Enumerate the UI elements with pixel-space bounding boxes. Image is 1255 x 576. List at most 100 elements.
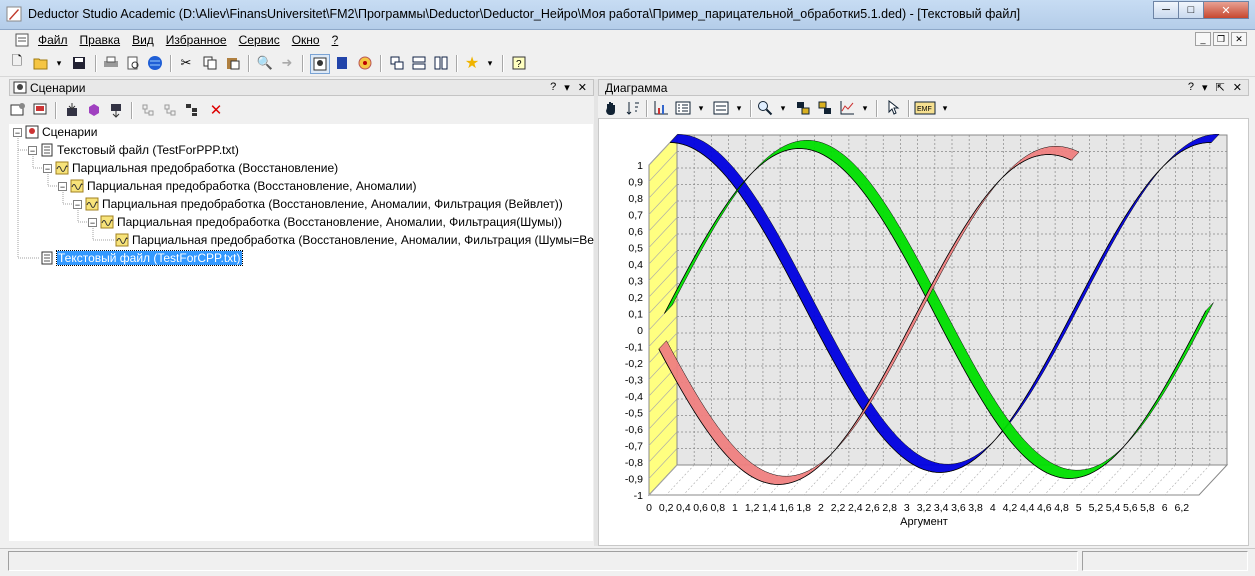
close-button[interactable]: ✕	[1203, 1, 1249, 19]
mdi-minimize-button[interactable]: _	[1195, 32, 1211, 46]
x-tick-label: 1	[732, 502, 738, 514]
chart-pin-button[interactable]: ▾	[1202, 81, 1208, 94]
scenarios-tree: − Сценарии − Текстовый файл (TestForPPP.…	[9, 124, 634, 541]
series-icon[interactable]	[712, 99, 730, 117]
tree-node-partial-3[interactable]: − Парциальная предобработка (Восстановле…	[73, 196, 563, 212]
tree-collapse-toggle[interactable]: −	[43, 163, 52, 173]
export-emf-icon[interactable]: EMF	[914, 99, 936, 117]
new-file-icon[interactable]: 🗋	[8, 53, 26, 72]
tree-collapse-toggle[interactable]: −	[73, 199, 82, 209]
tree-collapse-toggle[interactable]: −	[88, 217, 97, 227]
mdi-close-button[interactable]: ✕	[1231, 32, 1247, 46]
favorites-dropdown-icon[interactable]: ▾	[481, 54, 499, 72]
x-tick-label: 4,8	[1054, 502, 1069, 514]
menu-window[interactable]: Окно	[292, 33, 320, 47]
scenarios-close-button[interactable]: ✕	[578, 81, 587, 94]
status-bar	[0, 548, 1255, 576]
chart-close-button[interactable]: ✕	[1233, 81, 1242, 94]
title-bar: Deductor Studio Academic (D:\Aliev\Finan…	[0, 0, 1255, 30]
document-icon[interactable]	[14, 32, 30, 48]
wave-icon	[70, 179, 84, 193]
cut-icon[interactable]: ✂	[177, 54, 195, 72]
tile-horizontal-icon[interactable]	[410, 54, 428, 72]
mdi-restore-button[interactable]: ❐	[1213, 32, 1229, 46]
tree-collapse-icon[interactable]	[161, 101, 179, 119]
tree-node-partial-1[interactable]: − Парциальная предобработка (Восстановле…	[43, 160, 338, 176]
open-folder-icon[interactable]	[32, 54, 50, 72]
tree-node-partial-2[interactable]: − Парциальная предобработка (Восстановле…	[58, 178, 416, 194]
series-dropdown-icon[interactable]: ▾	[730, 99, 748, 117]
cascade-icon[interactable]	[388, 54, 406, 72]
export-dropdown-icon[interactable]: ▾	[936, 99, 954, 117]
tree-structure-icon[interactable]	[183, 101, 201, 119]
maximize-button[interactable]: □	[1178, 1, 1204, 19]
print-icon[interactable]	[102, 54, 120, 72]
scenarios-pin-button[interactable]: ▾	[564, 81, 570, 94]
wizard-icon[interactable]	[356, 54, 374, 72]
tree-expand-icon[interactable]	[139, 101, 157, 119]
menu-favorites[interactable]: Избранное	[166, 33, 227, 47]
cursor-icon[interactable]	[884, 99, 902, 117]
node-properties-icon[interactable]	[9, 101, 27, 119]
favorites-star-icon[interactable]: ★	[463, 54, 481, 72]
axes-icon[interactable]	[652, 99, 670, 117]
menu-bar: Файл Правка Вид Избранное Сервис Окно ? …	[0, 30, 1255, 50]
chart-type-icon[interactable]	[794, 99, 812, 117]
tree-node-partial-4[interactable]: − Парциальная предобработка (Восстановле…	[88, 214, 562, 230]
chart-help-button[interactable]: ?	[1188, 81, 1194, 94]
scenarios-toggle-icon[interactable]	[310, 54, 330, 74]
dropdown-arrow-icon[interactable]: ▾	[50, 54, 68, 72]
menu-file[interactable]: Файл	[38, 33, 68, 47]
y-tick-label: 0	[637, 325, 643, 337]
zoom-icon[interactable]	[756, 99, 774, 117]
node-view-icon[interactable]	[31, 101, 49, 119]
x-tick-label: 2,8	[882, 502, 897, 514]
tree-collapse-toggle[interactable]: −	[58, 181, 67, 191]
menu-view[interactable]: Вид	[132, 33, 154, 47]
y-tick-label: -0,2	[625, 358, 643, 370]
tree-node-text-file-cpp[interactable]: Текстовый файл (TestForCPP.txt)	[40, 250, 243, 266]
chart-3d-icon[interactable]	[816, 99, 834, 117]
delete-icon[interactable]: ✕	[207, 101, 225, 119]
legend-icon[interactable]	[674, 99, 692, 117]
line-chart-icon[interactable]	[838, 99, 856, 117]
print-preview-icon[interactable]	[124, 54, 142, 72]
tile-vertical-icon[interactable]	[432, 54, 450, 72]
scenarios-toolbar: ✕	[9, 98, 594, 120]
tree-node-label: Парциальная предобработка (Восстановлени…	[72, 161, 339, 175]
tree-node-partial-5[interactable]: Парциальная предобработка (Восстановлени…	[115, 232, 634, 248]
legend-dropdown-icon[interactable]: ▾	[692, 99, 710, 117]
x-tick-label: 2	[818, 502, 824, 514]
line-chart-dropdown-icon[interactable]: ▾	[856, 99, 874, 117]
help-icon[interactable]: ?	[510, 54, 528, 72]
chart-float-button[interactable]: ⇱	[1216, 81, 1225, 94]
scenarios-help-button[interactable]: ?	[550, 81, 556, 94]
zoom-dropdown-icon[interactable]: ▾	[774, 99, 792, 117]
menu-edit[interactable]: Правка	[80, 33, 121, 47]
menu-service[interactable]: Сервис	[239, 33, 280, 47]
book-icon[interactable]	[333, 54, 351, 72]
minimize-button[interactable]: ─	[1153, 1, 1179, 19]
copy-icon[interactable]	[201, 54, 219, 72]
y-tick-label: 0,3	[628, 276, 643, 288]
hand-pan-icon[interactable]	[602, 99, 620, 117]
chart-svg[interactable]: 1 0,9 0,8 0,7 0,6 0,5 0,4 0,3 0,2 0,1 0 -0,1 -0,2 -0,…	[599, 119, 1248, 545]
save-icon[interactable]	[70, 54, 88, 72]
menu-help[interactable]: ?	[332, 33, 339, 47]
export-icon[interactable]	[107, 101, 125, 119]
svg-text:?: ?	[516, 59, 522, 70]
tree-collapse-toggle[interactable]: −	[28, 145, 37, 155]
process-icon[interactable]	[85, 101, 103, 119]
tree-node-text-file-ppp[interactable]: − Текстовый файл (TestForPPP.txt)	[28, 142, 239, 158]
globe-icon[interactable]	[146, 54, 164, 72]
find-next-icon[interactable]: ➜	[278, 54, 296, 72]
x-tick-label: 3	[904, 502, 910, 514]
tree-collapse-toggle[interactable]: −	[13, 127, 22, 137]
import-icon[interactable]	[63, 101, 81, 119]
find-icon[interactable]: 🔍	[256, 54, 274, 72]
x-tick-label: 0	[646, 502, 652, 514]
paste-icon[interactable]	[224, 54, 242, 72]
y-tick-label: 0,6	[628, 226, 643, 238]
sort-icon[interactable]	[624, 99, 642, 117]
tree-node-root[interactable]: − Сценарии	[13, 124, 97, 140]
